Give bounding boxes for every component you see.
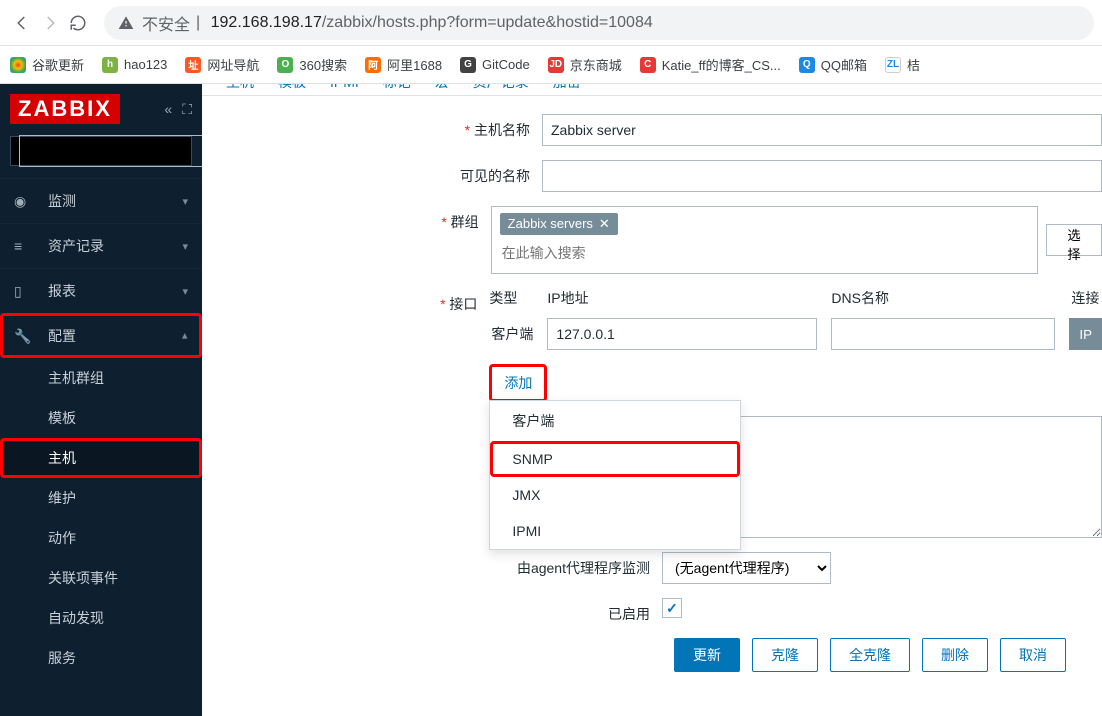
enabled-label: 已启用 xyxy=(202,598,662,624)
bookmark-item[interactable]: 谷歌更新 xyxy=(10,55,84,74)
bookmark-item[interactable]: O360搜索 xyxy=(277,55,347,74)
tab-inventory[interactable]: 资产记录 xyxy=(473,84,529,92)
sidebar-search[interactable]: 🔍 xyxy=(10,136,192,166)
tab-ipmi[interactable]: IPMI xyxy=(330,84,359,90)
groups-multiselect[interactable]: Zabbix servers✕ xyxy=(491,206,1038,274)
bookmark-item[interactable]: ZL桔 xyxy=(885,55,920,74)
dd-item-jmx[interactable]: JMX xyxy=(490,477,740,513)
insecure-label: 不安全 xyxy=(142,11,190,35)
forward-button[interactable] xyxy=(36,9,64,37)
chevron-down-icon: ▾ xyxy=(182,240,188,253)
iface-conn-ip-button[interactable]: IP xyxy=(1069,318,1102,350)
visiblename-label: 可见的名称 xyxy=(202,160,542,186)
sidebar-sub-actions[interactable]: 动作 xyxy=(0,518,202,558)
add-interface-link[interactable]: 添加 xyxy=(489,364,547,402)
sidebar-sub-hosts[interactable]: 主机 xyxy=(0,438,202,478)
dd-item-snmp[interactable]: SNMP xyxy=(490,441,740,477)
reload-button[interactable] xyxy=(64,9,92,37)
browser-nav-bar: 不安全 | 192.168.198.17/zabbix/hosts.php?fo… xyxy=(0,0,1102,46)
wrench-icon: 🔧 xyxy=(14,328,34,345)
col-conn: 连接 xyxy=(1071,288,1099,308)
clone-button[interactable]: 克隆 xyxy=(752,638,818,672)
hostname-input[interactable] xyxy=(542,114,1102,146)
delete-button[interactable]: 删除 xyxy=(922,638,988,672)
collapse-icon[interactable]: « xyxy=(164,101,172,118)
bookmark-item[interactable]: GGitCode xyxy=(460,57,530,73)
bookmark-item[interactable]: 址网址导航 xyxy=(185,55,259,74)
interface-type-dropdown: 客户端 SNMP JMX IPMI xyxy=(489,400,741,550)
chevron-down-icon: ▾ xyxy=(182,195,188,208)
cancel-button[interactable]: 取消 xyxy=(1000,638,1066,672)
sidebar-item-monitor[interactable]: ◉ 监测 ▾ xyxy=(0,178,202,223)
fullclone-button[interactable]: 全克隆 xyxy=(830,638,910,672)
zabbix-logo[interactable]: ZABBIX xyxy=(10,94,120,124)
sidebar-search-input[interactable] xyxy=(19,135,218,167)
col-dns: DNS名称 xyxy=(831,288,1071,308)
bookmark-item[interactable]: QQQ邮箱 xyxy=(799,55,867,74)
groups-search-input[interactable] xyxy=(498,237,648,269)
url-path: /zabbix/hosts.php?form=update&hostid=100… xyxy=(322,14,653,32)
iface-type-value: 客户端 xyxy=(489,324,547,344)
col-type: 类型 xyxy=(489,288,547,308)
tab-host[interactable]: 主机 xyxy=(226,84,254,92)
remove-tag-icon[interactable]: ✕ xyxy=(599,216,610,231)
expand-icon[interactable]: ⛶ xyxy=(182,101,192,118)
tab-macros[interactable]: 宏 xyxy=(435,84,449,92)
proxy-label: 由agent代理程序监测 xyxy=(202,552,662,578)
insecure-icon xyxy=(118,15,134,31)
dd-item-agent[interactable]: 客户端 xyxy=(490,401,740,441)
sidebar-sub-hostgroups[interactable]: 主机群组 xyxy=(0,358,202,398)
sidebar-item-reports[interactable]: ▯ 报表 ▾ xyxy=(0,268,202,313)
main-content: 主机 模板 IPMI 标记 宏 资产记录 加密 主机名称 可见的名称 群组 Za… xyxy=(202,84,1102,716)
sidebar-sub-correlation[interactable]: 关联项事件 xyxy=(0,558,202,598)
tab-templates[interactable]: 模板 xyxy=(278,84,306,92)
back-button[interactable] xyxy=(8,9,36,37)
select-groups-button[interactable]: 选择 xyxy=(1046,224,1102,256)
group-tag[interactable]: Zabbix servers✕ xyxy=(500,213,618,235)
eye-icon: ◉ xyxy=(14,193,34,210)
bookmark-item[interactable]: JD京东商城 xyxy=(548,55,622,74)
col-ip: IP地址 xyxy=(547,288,831,308)
bookmarks-bar: 谷歌更新 hhao123 址网址导航 O360搜索 阿阿里1688 GGitCo… xyxy=(0,46,1102,84)
sidebar-sub-services[interactable]: 服务 xyxy=(0,638,202,678)
tab-encryption[interactable]: 加密 xyxy=(553,84,581,92)
sidebar-sub-maintenance[interactable]: 维护 xyxy=(0,478,202,518)
chevron-down-icon: ▾ xyxy=(182,285,188,298)
list-icon: ≡ xyxy=(14,238,34,254)
bookmark-item[interactable]: 阿阿里1688 xyxy=(365,55,442,74)
visiblename-input[interactable] xyxy=(542,160,1102,192)
chevron-up-icon: ▾ xyxy=(182,330,188,343)
hostname-label: 主机名称 xyxy=(202,114,542,140)
sidebar-sub-discovery[interactable]: 自动发现 xyxy=(0,598,202,638)
enabled-checkbox[interactable]: ✓ xyxy=(662,598,682,618)
sidebar-sub-templates[interactable]: 模板 xyxy=(0,398,202,438)
tab-tags[interactable]: 标记 xyxy=(383,84,411,92)
host-tabs: 主机 模板 IPMI 标记 宏 资产记录 加密 xyxy=(202,84,1102,96)
sidebar-item-config[interactable]: 🔧 配置 ▾ xyxy=(0,313,202,358)
bookmark-item[interactable]: hhao123 xyxy=(102,57,167,73)
interface-label: 接口 xyxy=(202,288,489,314)
dd-item-ipmi[interactable]: IPMI xyxy=(490,513,740,549)
sidebar-item-inventory[interactable]: ≡ 资产记录 ▾ xyxy=(0,223,202,268)
sidebar: ZABBIX « ⛶ 🔍 ◉ 监测 ▾ ≡ 资产记录 ▾ ▯ 报表 ▾ 🔧 配 xyxy=(0,84,202,716)
iface-dns-input[interactable] xyxy=(831,318,1055,350)
proxy-select[interactable]: (无agent代理程序) xyxy=(662,552,831,584)
bookmark-item[interactable]: CKatie_ff的博客_CS... xyxy=(640,55,781,74)
url-host: 192.168.198.17 xyxy=(211,14,322,32)
groups-label: 群组 xyxy=(202,206,491,232)
address-bar[interactable]: 不安全 | 192.168.198.17/zabbix/hosts.php?fo… xyxy=(104,6,1094,40)
chart-icon: ▯ xyxy=(14,283,34,300)
iface-ip-input[interactable] xyxy=(547,318,817,350)
update-button[interactable]: 更新 xyxy=(674,638,740,672)
